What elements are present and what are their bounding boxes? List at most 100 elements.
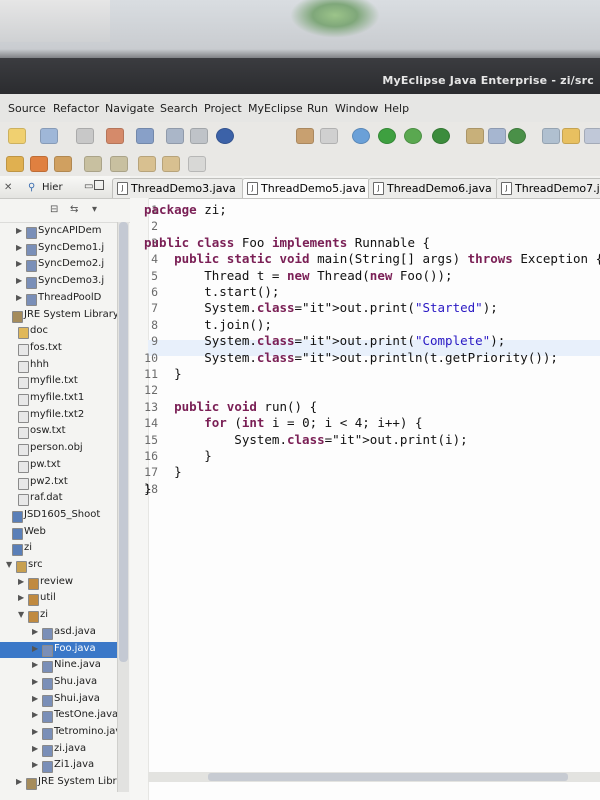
run-config-icon[interactable] (404, 128, 422, 144)
tab-threaddemo5[interactable]: J ThreadDemo5.java (242, 178, 370, 198)
tree-item[interactable]: pw.txt (0, 458, 128, 474)
annotation-icon[interactable] (30, 156, 48, 172)
save-icon[interactable] (40, 128, 58, 144)
view-menu-icon[interactable]: ▾ (92, 204, 97, 215)
tree-item[interactable]: ▶ Tetromino.jav (0, 725, 128, 741)
menu-source[interactable]: Source (8, 102, 46, 115)
tab-threaddemo3[interactable]: J ThreadDemo3.java (112, 178, 244, 198)
tree-item[interactable]: ▶ SyncDemo1.j (0, 241, 128, 257)
edit-icon[interactable] (54, 156, 72, 172)
expand-arrow-icon[interactable]: ▼ (18, 610, 24, 619)
package-explorer-tab-icon[interactable]: ✕ (4, 182, 12, 193)
tree-item[interactable]: ▶ SyncDemo2.j (0, 257, 128, 273)
menu-myeclipse[interactable]: MyEclipse (248, 102, 303, 115)
browser-icon[interactable] (216, 128, 234, 144)
collapse-arrow-icon[interactable]: ▶ (32, 694, 38, 703)
tree-item[interactable]: fos.txt (0, 341, 128, 357)
maximize-icon[interactable] (94, 180, 104, 190)
open-resource-icon[interactable] (320, 128, 338, 144)
collapse-arrow-icon[interactable]: ▶ (16, 243, 22, 252)
collapse-arrow-icon[interactable]: ▶ (32, 760, 38, 769)
menu-run[interactable]: Run (307, 102, 328, 115)
previous-annotation-icon[interactable] (110, 156, 128, 172)
tool-icon[interactable] (190, 128, 208, 144)
pin-icon[interactable] (542, 128, 560, 144)
new-package-icon[interactable] (488, 128, 506, 144)
tree-item[interactable]: ▶ TestOne.java (0, 708, 128, 724)
build-icon[interactable] (166, 128, 184, 144)
tree-item[interactable]: ▶ ThreadPoolD (0, 291, 128, 307)
server-icon[interactable] (106, 128, 124, 144)
code-area[interactable]: 1 package zi; 2 3 public class Foo implement… (130, 198, 600, 800)
collapse-arrow-icon[interactable]: ▶ (32, 677, 38, 686)
collapse-arrow-icon[interactable]: ▶ (32, 710, 38, 719)
tree-item[interactable]: person.obj (0, 441, 128, 457)
tree-item[interactable]: ▼ src (0, 558, 128, 574)
new-class-icon[interactable] (508, 128, 526, 144)
collapse-arrow-icon[interactable]: ▶ (16, 777, 22, 786)
menu-project[interactable]: Project (204, 102, 242, 115)
collapse-arrow-icon[interactable]: ▶ (16, 293, 22, 302)
open-type-icon[interactable] (296, 128, 314, 144)
tab-threaddemo6[interactable]: J ThreadDemo6.java (368, 178, 498, 198)
next-annotation-icon[interactable] (84, 156, 102, 172)
tree-item[interactable]: JRE System Library (0, 308, 128, 324)
highlight-icon[interactable] (562, 128, 580, 144)
tree-item[interactable]: ▶ SyncDemo3.j (0, 274, 128, 290)
collapse-arrow-icon[interactable]: ▶ (16, 226, 22, 235)
hierarchy-tab-icon[interactable]: ⚲ (28, 182, 35, 193)
tree-item[interactable]: ▶ Shu.java (0, 675, 128, 691)
tree-item[interactable]: Web (0, 525, 128, 541)
menu-navigate[interactable]: Navigate (105, 102, 154, 115)
collapse-arrow-icon[interactable]: ▶ (32, 627, 38, 636)
tree-item[interactable]: ▶ zi.java (0, 742, 128, 758)
collapse-arrow-icon[interactable]: ▶ (32, 660, 38, 669)
tree-item[interactable]: ▶ Nine.java (0, 658, 128, 674)
collapse-arrow-icon[interactable]: ▶ (16, 276, 22, 285)
tree-item[interactable]: pw2.txt (0, 475, 128, 491)
explorer-scrollbar-thumb[interactable] (119, 222, 128, 662)
run-icon[interactable] (378, 128, 396, 144)
toggle-icon[interactable] (584, 128, 600, 144)
tab-threaddemo7[interactable]: J ThreadDemo7.java (496, 178, 600, 198)
new-icon[interactable] (8, 128, 26, 144)
tree-item[interactable]: ▶ review (0, 575, 128, 591)
tab-hierarchy[interactable]: Hier (42, 182, 63, 193)
tree-item[interactable]: ▶ Zi1.java (0, 758, 128, 774)
menu-window[interactable]: Window (335, 102, 378, 115)
back-icon[interactable] (138, 156, 156, 172)
search-icon[interactable] (6, 156, 24, 172)
menu-search[interactable]: Search (160, 102, 198, 115)
tree-item[interactable]: raf.dat (0, 491, 128, 507)
editor-horizontal-scrollbar[interactable] (148, 772, 600, 782)
tree-item[interactable]: osw.txt (0, 424, 128, 440)
tree-item[interactable]: ▶ SyncAPIDem (0, 224, 128, 240)
collapse-arrow-icon[interactable]: ▶ (18, 577, 24, 586)
external-tools-icon[interactable] (432, 128, 450, 144)
deploy-icon[interactable] (136, 128, 154, 144)
forward-icon[interactable] (162, 156, 180, 172)
tree-item[interactable]: hhh (0, 358, 128, 374)
collapse-all-icon[interactable]: ⊟ (50, 204, 58, 215)
debug-icon[interactable] (352, 128, 370, 144)
tree-item[interactable]: zi (0, 541, 128, 557)
collapse-arrow-icon[interactable]: ▶ (32, 744, 38, 753)
tree-item[interactable]: ▶ JRE System Library (0, 775, 128, 791)
collapse-arrow-icon[interactable]: ▶ (32, 727, 38, 736)
tree-item[interactable]: myfile.txt2 (0, 408, 128, 424)
print-icon[interactable] (76, 128, 94, 144)
tree-item[interactable]: ▶ Foo.java (0, 641, 128, 658)
tree-item[interactable]: ▶ Shui.java (0, 692, 128, 708)
new-java-project-icon[interactable] (466, 128, 484, 144)
collapse-arrow-icon[interactable]: ▶ (32, 644, 38, 653)
tree-item[interactable]: myfile.txt (0, 374, 128, 390)
tree-item[interactable]: ▼ zi (0, 608, 128, 624)
collapse-arrow-icon[interactable]: ▶ (18, 593, 24, 602)
tree-item[interactable]: ▶ asd.java (0, 625, 128, 641)
explorer-scrollbar[interactable] (117, 222, 129, 792)
tree-item[interactable]: doc (0, 324, 128, 340)
menu-help[interactable]: Help (384, 102, 409, 115)
tree-item[interactable]: JSD1605_Shoot (0, 508, 128, 524)
expand-arrow-icon[interactable]: ▼ (6, 560, 12, 569)
tree-item[interactable]: myfile.txt1 (0, 391, 128, 407)
